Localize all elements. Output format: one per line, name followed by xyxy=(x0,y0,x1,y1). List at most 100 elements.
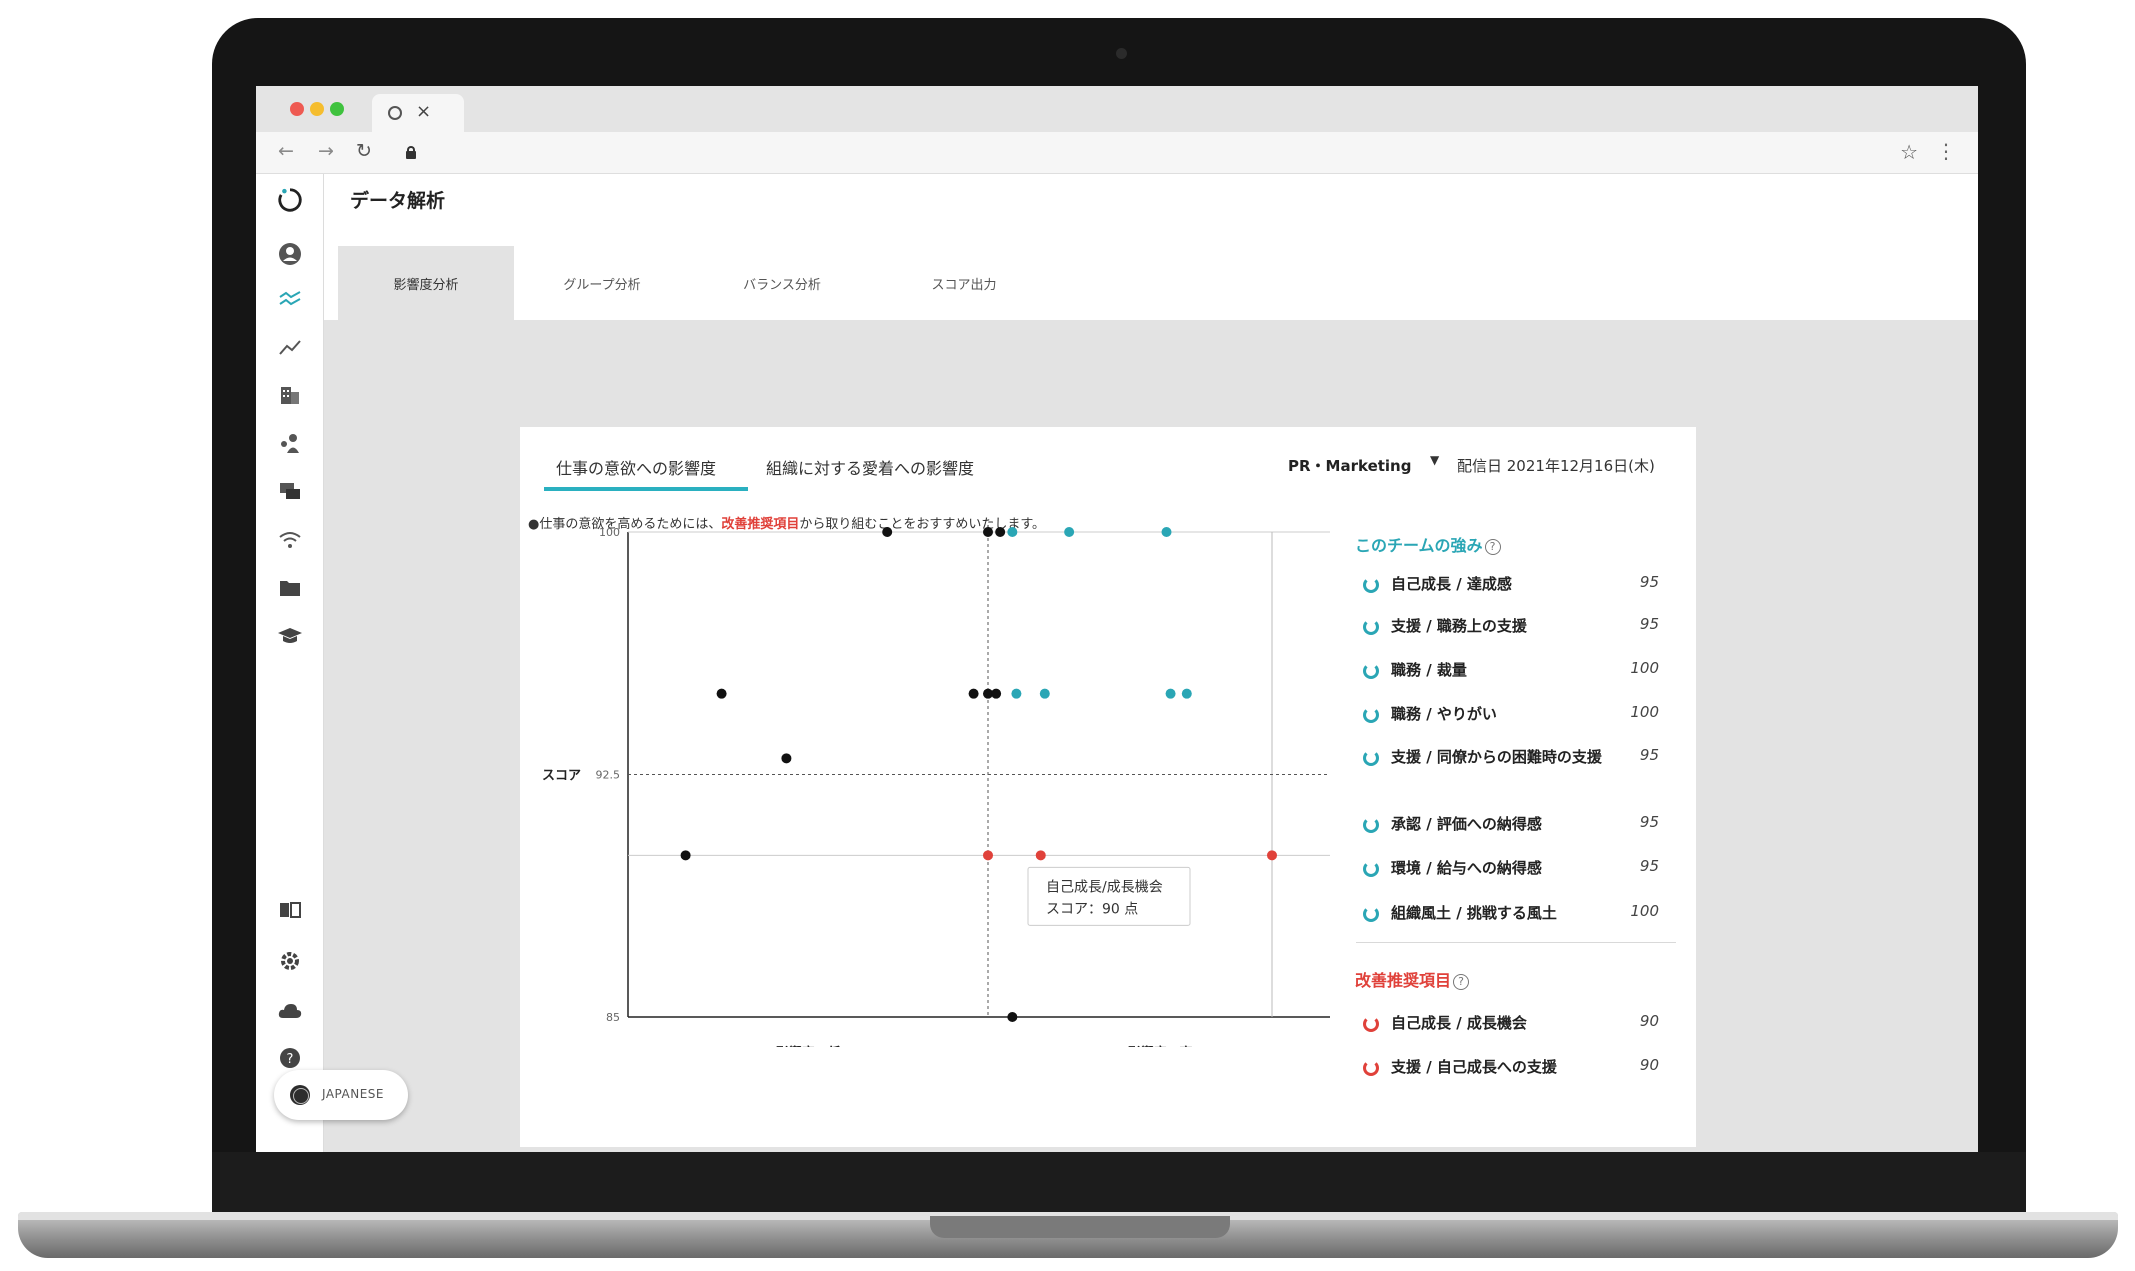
improvement-label: 支援 / 自己成長への支援 xyxy=(1391,1058,1557,1076)
strength-score: 100 xyxy=(1630,902,1659,920)
power-icon xyxy=(1363,1059,1379,1076)
tab-group-analysis[interactable]: グループ分析 xyxy=(514,246,690,320)
strength-score: 95 xyxy=(1639,615,1659,633)
lock-icon xyxy=(406,146,416,159)
strength-score: 95 xyxy=(1639,857,1659,875)
tab-score-output[interactable]: スコア出力 xyxy=(876,246,1052,320)
maximize-window-button[interactable] xyxy=(330,102,344,116)
tab-balance-analysis[interactable]: バランス分析 xyxy=(694,246,870,320)
forward-icon[interactable]: → xyxy=(318,140,334,162)
power-icon xyxy=(1363,749,1379,766)
improvement-item[interactable]: 支援 / 自己成長への支援 90 xyxy=(1363,1056,1683,1077)
page-header: データ解析 影響度分析 グループ分析 バランス分析 スコア出力 xyxy=(324,174,1978,320)
impact-scatter-chart: 100 92.5 85 スコア影響度：低 影響度：高 自己成長/成長機会スコア：90 点 xyxy=(542,527,1330,1047)
strength-item[interactable]: 環境 / 給与への納得感 95 xyxy=(1363,857,1683,878)
people-icon[interactable] xyxy=(276,429,304,457)
strength-item[interactable]: 職務 / やりがい 100 xyxy=(1363,703,1683,724)
app: ? データ解析 影響度分析 グループ分析 バランス分析 スコア出力 仕事の意欲へ… xyxy=(256,174,1978,1152)
power-icon xyxy=(1363,1015,1379,1032)
data-point-strength xyxy=(1039,688,1050,699)
strength-label: 組織風土 / 挑戦する風土 xyxy=(1391,904,1557,922)
data-point-strength xyxy=(1007,527,1018,537)
data-point-strength xyxy=(1011,688,1022,699)
strength-label: 環境 / 給与への納得感 xyxy=(1391,859,1542,877)
tooltip-score: スコア：90 点 xyxy=(1046,901,1138,917)
data-point-improvement xyxy=(1267,850,1277,861)
screen: × ← → ↻ ☆ ⋮ ? データ解析 影響度分析 グループ分析 バランス分析 … xyxy=(256,86,1978,1152)
user-icon[interactable] xyxy=(276,240,304,268)
page-title: データ解析 xyxy=(350,190,446,212)
book-icon[interactable] xyxy=(276,896,304,924)
department-select[interactable]: PR・Marketing xyxy=(1288,455,1411,476)
data-point-neutral xyxy=(1007,1012,1018,1022)
improvements-help-icon[interactable]: ? xyxy=(1453,973,1470,990)
power-icon xyxy=(1363,905,1379,922)
strength-score: 95 xyxy=(1639,573,1659,591)
subtab-org-attachment[interactable]: 組織に対する愛着への影響度 xyxy=(766,455,974,479)
strength-item[interactable]: 職務 / 裁量 100 xyxy=(1363,659,1683,680)
strength-label: 承認 / 評価への納得感 xyxy=(1391,815,1542,833)
graduation-icon[interactable] xyxy=(276,622,304,650)
strength-score: 100 xyxy=(1630,659,1659,677)
analysis-panel: 仕事の意欲への影響度 組織に対する愛着への影響度 PR・Marketing ▼ … xyxy=(520,427,1696,1147)
x-axis-label-high: 影響度：高 xyxy=(1127,1045,1192,1047)
browser-tab[interactable]: × xyxy=(372,94,464,132)
data-point-neutral xyxy=(991,688,1002,699)
power-icon xyxy=(1363,662,1379,679)
browser-menu-icon[interactable]: ⋮ xyxy=(1936,139,1956,163)
svg-text:?: ? xyxy=(287,1052,294,1067)
section-divider xyxy=(1356,942,1676,943)
help-circle-icon[interactable]: ? xyxy=(276,1044,304,1072)
y-axis-label: スコア xyxy=(542,769,581,784)
data-point-neutral xyxy=(968,688,979,699)
strength-label: 支援 / 職務上の支援 xyxy=(1391,617,1527,635)
subtab-work-motivation[interactable]: 仕事の意欲への影響度 xyxy=(556,455,716,479)
building-icon[interactable] xyxy=(276,381,304,409)
strength-item[interactable]: 自己成長 / 達成感 95 xyxy=(1363,573,1683,594)
tooltip-label: 自己成長/成長機会 xyxy=(1046,879,1163,895)
active-subtab-indicator xyxy=(544,487,748,491)
data-point-strength xyxy=(1165,688,1176,699)
refresh-logo-icon[interactable] xyxy=(276,186,304,214)
laptop-notch xyxy=(930,1216,1230,1238)
data-point-neutral xyxy=(995,527,1006,537)
improvement-score: 90 xyxy=(1639,1056,1659,1074)
improvement-label: 自己成長 / 成長機会 xyxy=(1391,1014,1527,1032)
tab-close-icon[interactable]: × xyxy=(416,101,431,122)
language-button[interactable]: JAPANESE xyxy=(274,1070,408,1120)
back-icon[interactable]: ← xyxy=(278,140,294,162)
camera xyxy=(1116,48,1127,59)
y-tick-label: 100 xyxy=(599,527,620,539)
globe-icon xyxy=(290,1085,310,1105)
improvement-item[interactable]: 自己成長 / 成長機会 90 xyxy=(1363,1012,1683,1033)
address-bar: ← → ↻ ☆ ⋮ xyxy=(256,132,1978,174)
trend-icon[interactable] xyxy=(276,334,304,362)
data-point-strength xyxy=(1064,527,1075,537)
chat-icon[interactable] xyxy=(276,477,304,505)
chart-tooltip: 自己成長/成長機会スコア：90 点 xyxy=(1027,866,1191,926)
reload-icon[interactable]: ↻ xyxy=(356,140,372,162)
close-window-button[interactable] xyxy=(290,102,304,116)
folder-icon[interactable] xyxy=(276,574,304,602)
strength-item[interactable]: 承認 / 評価への納得感 95 xyxy=(1363,813,1683,834)
data-point-neutral xyxy=(882,527,893,537)
power-icon xyxy=(1363,576,1379,593)
wifi-icon[interactable] xyxy=(276,526,304,554)
power-icon xyxy=(1363,816,1379,833)
y-tick-label: 92.5 xyxy=(596,769,621,782)
tab-favicon-icon xyxy=(388,106,402,120)
strength-item[interactable]: 支援 / 職務上の支援 95 xyxy=(1363,615,1683,636)
chevron-down-icon[interactable]: ▼ xyxy=(1430,453,1439,467)
tab-impact-analysis[interactable]: 影響度分析 xyxy=(338,246,514,320)
analysis-icon[interactable] xyxy=(276,286,304,314)
cloud-icon[interactable] xyxy=(276,997,304,1025)
bookmark-star-icon[interactable]: ☆ xyxy=(1900,140,1918,164)
gear-icon[interactable] xyxy=(276,947,304,975)
strength-item[interactable]: 支援 / 同僚からの困難時の支援 95 xyxy=(1363,746,1683,767)
power-icon xyxy=(1363,860,1379,877)
strength-item[interactable]: 組織風土 / 挑戦する風土 100 xyxy=(1363,902,1683,923)
data-point-improvement xyxy=(1035,850,1046,861)
strengths-help-icon[interactable]: ? xyxy=(1484,538,1501,555)
data-point-neutral xyxy=(983,527,993,537)
minimize-window-button[interactable] xyxy=(310,102,324,116)
